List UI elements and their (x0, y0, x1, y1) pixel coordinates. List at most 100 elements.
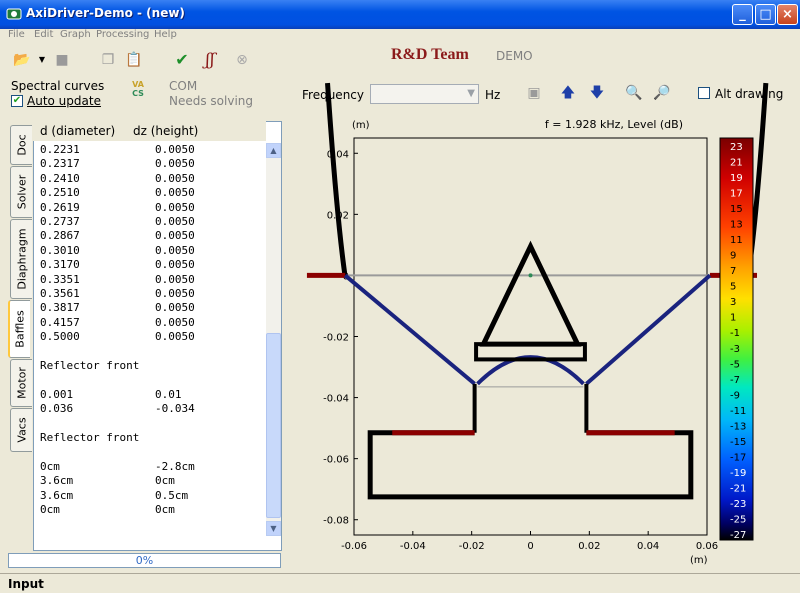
colorbar-tick-label: 21 (730, 158, 743, 169)
tab-motor[interactable]: Motor (10, 359, 32, 407)
app-icon (6, 8, 22, 20)
y-tick-label: -0.06 (323, 455, 349, 466)
alt-drawing-checkbox[interactable] (698, 87, 710, 99)
menu-graph[interactable]: Graph (60, 29, 91, 40)
status-text: Input (8, 577, 44, 591)
colorbar-tick-label: -13 (730, 421, 746, 432)
colorbar-tick-label: 23 (730, 142, 743, 153)
colorbar-tick-label: 11 (730, 235, 743, 246)
cell: 0.2317 (40, 157, 80, 171)
tab-diaphragm[interactable]: Diaphragm (10, 219, 32, 299)
table-scrollbar[interactable]: ▲ ▼ (266, 143, 281, 536)
x-tick-label: 0 (527, 541, 533, 552)
integral-icon[interactable]: ʃʃ (200, 50, 220, 70)
y-tick-label: -0.02 (323, 333, 349, 344)
colorbar-tick-label: 7 (730, 266, 736, 277)
colorbar-tick-label: -1 (730, 328, 740, 339)
x-tick-label: 0.04 (637, 541, 659, 552)
colorbar-tick-label: -17 (730, 452, 746, 463)
tab-baffles[interactable]: Baffles (8, 300, 30, 358)
check-icon[interactable]: ✔ (172, 50, 192, 70)
close-button[interactable]: × (777, 4, 798, 25)
cell: 0.0050 (155, 186, 195, 200)
cell: 0.2410 (40, 171, 80, 185)
y-tick-label: -0.04 (323, 394, 349, 405)
cell: Reflector front (40, 431, 140, 444)
menu-file[interactable]: File (8, 29, 25, 40)
cell: 0.3351 (40, 272, 80, 286)
auto-update-checkbox[interactable]: ✔ (11, 95, 23, 107)
cell: 0.0050 (155, 315, 195, 329)
frequency-label: Frequency (302, 88, 364, 102)
diaphragm-dome (476, 355, 585, 386)
cell: 0.0050 (155, 258, 195, 272)
vacs-icon[interactable]: VA CS (128, 80, 148, 102)
colorbar-tick-label: 17 (730, 189, 743, 200)
scroll-up-icon[interactable]: ▲ (266, 143, 281, 158)
zoom-out-icon[interactable]: 🔎 (652, 83, 672, 103)
horn-wall-left (325, 82, 348, 278)
tab-solver[interactable]: Solver (10, 166, 32, 218)
motor-base (367, 430, 694, 500)
cell: 0.01 (155, 387, 182, 401)
colorbar-tick-label: -19 (730, 468, 746, 479)
cell: -0.034 (155, 402, 195, 416)
cell: 0.0050 (155, 200, 195, 214)
colorbar-tick-label: -7 (730, 375, 740, 386)
cell: 0.3010 (40, 243, 80, 257)
colorbar-tick-label: -11 (730, 406, 746, 417)
x-tick-label: 0.02 (578, 541, 600, 552)
save-icon[interactable]: ■ (52, 50, 72, 70)
stop-icon[interactable]: ⊗ (232, 50, 252, 70)
cell: 0.0050 (155, 215, 195, 228)
menu-help[interactable]: Help (154, 29, 177, 40)
menu-edit[interactable]: Edit (34, 29, 53, 40)
open-folder-icon[interactable]: 📂 (12, 50, 32, 70)
column-header-diameter: d (diameter) (40, 124, 116, 138)
cell: 0.0050 (155, 143, 195, 156)
cell: 0.5000 (40, 330, 80, 344)
colorbar-tick-label: -23 (730, 499, 746, 510)
cell: 0.0050 (155, 287, 195, 300)
frequency-select[interactable]: ▼ (370, 84, 479, 104)
cell: 0.0050 (155, 301, 195, 315)
export-icon[interactable]: ▣ (524, 83, 544, 103)
colorbar-tick-label: -21 (730, 483, 746, 494)
arrow-down-icon[interactable]: 🡇 (587, 83, 607, 103)
colorbar-tick-label: 15 (730, 204, 743, 215)
tab-vacs[interactable]: Vacs (10, 408, 32, 452)
cell: 3.6cm (40, 488, 74, 502)
colorbar-tick-label: -5 (730, 359, 740, 370)
com-label: COM (169, 79, 198, 93)
cell: 0.2867 (40, 229, 80, 243)
scroll-thumb[interactable] (266, 333, 281, 518)
maximize-button[interactable]: □ (755, 4, 776, 25)
scroll-down-icon[interactable]: ▼ (266, 521, 281, 536)
arrow-up-icon[interactable]: 🡅 (558, 83, 578, 103)
colorbar-tick-label: 1 (730, 313, 736, 324)
cell: 0.5cm (155, 488, 189, 502)
table-header: d (diameter) dz (height) (33, 121, 266, 141)
cell: 0.3817 (40, 301, 80, 315)
copy-icon[interactable]: ❐ (98, 50, 118, 70)
x-axis-label: (m) (690, 555, 708, 566)
colorbar-tick-label: -3 (730, 344, 740, 355)
x-tick-label: -0.02 (459, 541, 485, 552)
chevron-down-icon: ▼ (467, 88, 475, 99)
paste-icon[interactable]: 📋 (124, 50, 144, 70)
dropdown-arrow-icon[interactable]: ▼ (32, 50, 52, 70)
cell: 0.2231 (40, 143, 80, 156)
zoom-in-icon[interactable]: 🔍 (624, 83, 644, 103)
cell: 0.0050 (155, 243, 195, 257)
cell: 0.001 (40, 387, 74, 401)
column-header-height: dz (height) (133, 124, 199, 138)
cell: 0.2510 (40, 186, 80, 200)
colorbar-tick-label: -15 (730, 437, 746, 448)
y-tick-label: -0.08 (323, 516, 349, 527)
horn-wall-right (745, 82, 769, 278)
tab-doc[interactable]: Doc (10, 125, 32, 165)
brand-label: R&D Team (391, 46, 469, 63)
cell: -2.8cm (155, 459, 195, 473)
menu-processing[interactable]: Processing (96, 29, 149, 40)
minimize-button[interactable]: _ (732, 4, 753, 25)
